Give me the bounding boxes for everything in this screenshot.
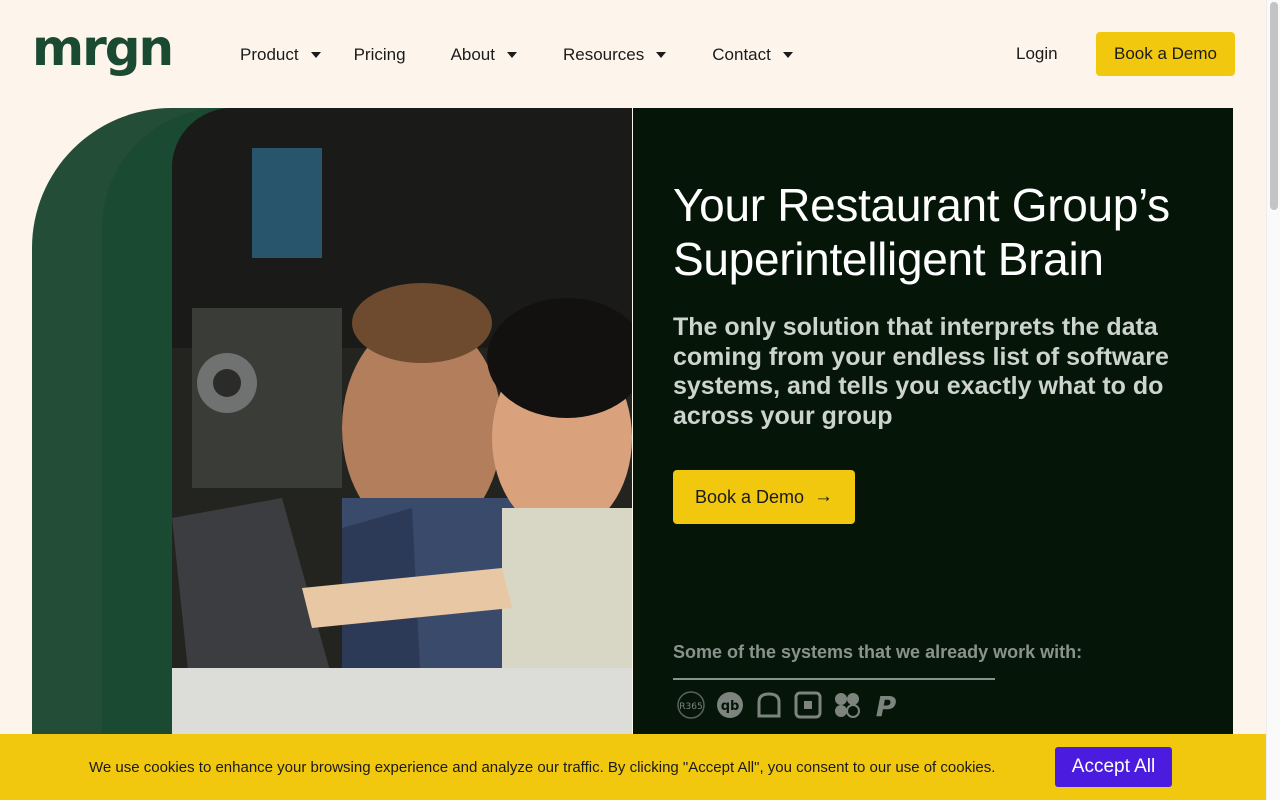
square-icon [793,690,823,720]
login-link[interactable]: Login [1016,44,1058,64]
nav-resources[interactable]: Resources [563,45,667,65]
cookie-banner: We use cookies to enhance your browsing … [0,734,1266,800]
site-header: mrgn Product Pricing About Resources Con… [0,0,1266,108]
hero-subtitle: The only solution that interprets the da… [673,313,1169,430]
chevron-down-icon [310,52,321,58]
nav-pricing-label: Pricing [353,45,406,64]
toast-icon [754,690,784,720]
hero-photo [172,108,632,738]
nav-about[interactable]: About [451,45,517,65]
r365-icon-text: R365 [679,702,702,712]
arrow-right-icon: → [814,486,834,507]
book-demo-button[interactable]: Book a Demo [1096,32,1235,76]
clover-icon [832,690,862,720]
hero-title-line2: Superintelligent Brain [673,233,1104,285]
nav-contact-label: Contact [712,45,771,64]
r365-icon: R365 [676,690,706,720]
chevron-down-icon [507,52,517,58]
nav-product-label: Product [240,45,299,64]
mrgn-logo[interactable]: mrgn [32,22,182,80]
nav-about-label: About [450,45,495,64]
nav-product[interactable]: Product [240,45,321,65]
hero-book-demo-label: Book a Demo [694,486,805,507]
nav-contact[interactable]: Contact [712,45,793,65]
nav-resources-label: Resources [563,45,645,64]
hero-book-demo-button[interactable]: Book a Demo → [673,470,855,524]
systems-logo-row: R365 qb P [676,690,910,720]
main-nav: Product Pricing About Resources Contact [240,44,793,66]
hero-title: Your Restaurant Group’s Superintelligent… [673,178,1213,286]
paypal-icon-text: P [876,690,897,720]
systems-divider [673,678,995,680]
cookie-message: We use cookies to enhance your browsing … [89,759,996,776]
quickbooks-icon: qb [715,690,745,720]
nav-pricing[interactable]: Pricing [354,45,406,65]
logo-text: mrgn [32,22,172,77]
paypal-icon: P [871,690,901,720]
chevron-down-icon [656,52,667,58]
page-scrollbar[interactable] [1266,0,1280,800]
hero-title-line1: Your Restaurant Group’s [673,179,1170,231]
scrollbar-thumb[interactable] [1270,2,1278,210]
quickbooks-icon-text: qb [721,699,740,714]
accept-all-button[interactable]: Accept All [1055,747,1172,787]
systems-label: Some of the systems that we already work… [673,642,1083,662]
chevron-down-icon [782,52,793,58]
